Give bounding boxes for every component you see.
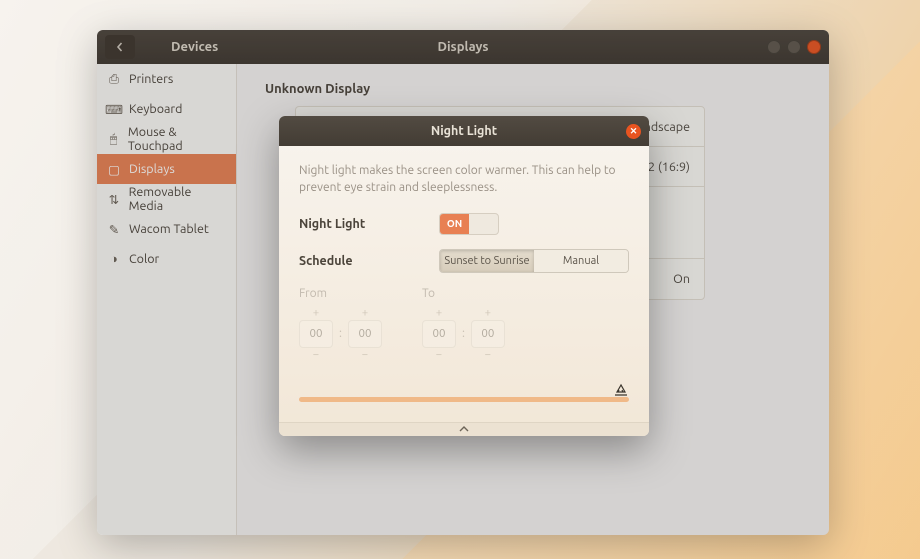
- switch-off-side: [469, 214, 498, 234]
- from-label: From: [299, 287, 382, 300]
- colon: :: [339, 327, 342, 340]
- night-light-label: Night Light: [299, 217, 439, 231]
- to-hour-value: 00: [422, 320, 456, 348]
- minus-icon: −: [348, 348, 382, 362]
- from-min-value: 00: [348, 320, 382, 348]
- dialog-titlebar: Night Light ✕: [279, 116, 649, 146]
- night-light-toggle[interactable]: ON: [439, 213, 499, 235]
- to-min-value: 00: [471, 320, 505, 348]
- minus-icon: −: [422, 348, 456, 362]
- to-min-spinner[interactable]: + 00 −: [471, 306, 505, 362]
- from-min-spinner[interactable]: + 00 −: [348, 306, 382, 362]
- plus-icon: +: [471, 306, 505, 320]
- color-temp-slider[interactable]: [299, 388, 629, 412]
- minus-icon: −: [471, 348, 505, 362]
- time-range: From + 00 − : + 00 − To: [299, 287, 629, 362]
- expand-handle[interactable]: [279, 422, 649, 436]
- plus-icon: +: [422, 306, 456, 320]
- dialog-close-button[interactable]: ✕: [626, 124, 641, 139]
- schedule-segmented: Sunset to Sunrise Manual: [439, 249, 629, 273]
- from-hour-value: 00: [299, 320, 333, 348]
- schedule-auto-button[interactable]: Sunset to Sunrise: [440, 250, 534, 272]
- to-label: To: [422, 287, 505, 300]
- night-light-dialog: Night Light ✕ Night light makes the scre…: [279, 116, 649, 436]
- colon: :: [462, 327, 465, 340]
- chevron-up-icon: [459, 426, 469, 432]
- slider-track: [299, 397, 629, 402]
- minus-icon: −: [299, 348, 333, 362]
- dialog-description: Night light makes the screen color warme…: [299, 162, 629, 197]
- switch-on-label: ON: [440, 214, 469, 234]
- close-icon: ✕: [630, 126, 638, 137]
- dialog-title: Night Light: [431, 124, 497, 138]
- schedule-manual-button[interactable]: Manual: [534, 250, 628, 272]
- to-hour-spinner[interactable]: + 00 −: [422, 306, 456, 362]
- warmth-icon: [613, 382, 629, 398]
- plus-icon: +: [299, 306, 333, 320]
- plus-icon: +: [348, 306, 382, 320]
- from-hour-spinner[interactable]: + 00 −: [299, 306, 333, 362]
- schedule-label: Schedule: [299, 254, 439, 268]
